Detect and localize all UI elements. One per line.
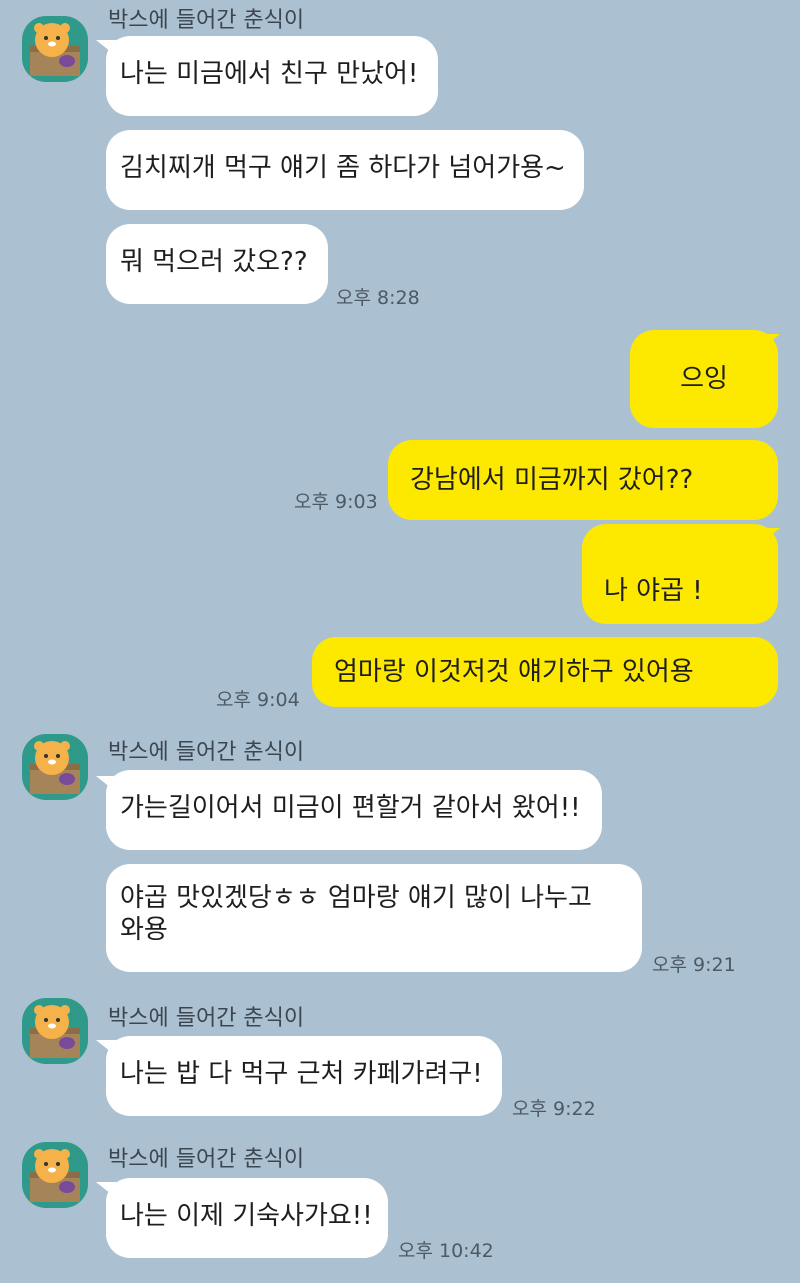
sender-name: 박스에 들어간 춘식이 [108,1006,305,1031]
choonsik-in-box-icon[interactable] [22,1142,88,1208]
message-bubble[interactable]: 나는 밥 다 먹구 근처 카페가려구! [106,1036,502,1116]
choonsik-in-box-icon[interactable] [22,734,88,800]
choonsik-in-box-icon[interactable] [22,998,88,1064]
message-timestamp: 오후 9:04 [216,689,300,711]
message-bubble-outgoing[interactable]: 강남에서 미금까지 갔어?? [388,440,778,520]
choonsik-in-box-icon[interactable] [22,16,88,82]
message-timestamp: 오후 9:22 [512,1098,596,1120]
message-timestamp: 오후 8:28 [336,287,420,309]
message-bubble-outgoing[interactable]: 으잉 [630,330,778,428]
message-timestamp: 오후 9:03 [294,491,378,513]
message-bubble-outgoing[interactable]: 엄마랑 이것저것 얘기하구 있어용 [312,637,778,707]
message-bubble[interactable]: 뭐 먹으러 갔오?? [106,224,328,304]
message-bubble[interactable]: 나는 이제 기숙사가요!! [106,1178,388,1258]
message-bubble[interactable]: 김치찌개 먹구 얘기 좀 하다가 넘어가용~ [106,130,584,210]
message-bubble[interactable]: 야곱 맛있겠당ㅎㅎ 엄마랑 얘기 많이 나누고와용 [106,864,642,972]
sender-name: 박스에 들어간 춘식이 [108,8,305,33]
message-timestamp: 오후 9:21 [652,954,736,976]
chat-room: 박스에 들어간 춘식이 나는 미금에서 친구 만났어! 김치찌개 먹구 얘기 좀… [0,0,800,1283]
message-bubble[interactable]: 가는길이어서 미금이 편할거 같아서 왔어!! [106,770,602,850]
message-timestamp: 오후 10:42 [398,1240,494,1262]
message-bubble-outgoing[interactable]: 나 야곱 ! [582,524,778,624]
sender-name: 박스에 들어간 춘식이 [108,740,305,765]
sender-name: 박스에 들어간 춘식이 [108,1147,305,1172]
message-bubble[interactable]: 나는 미금에서 친구 만났어! [106,36,438,116]
